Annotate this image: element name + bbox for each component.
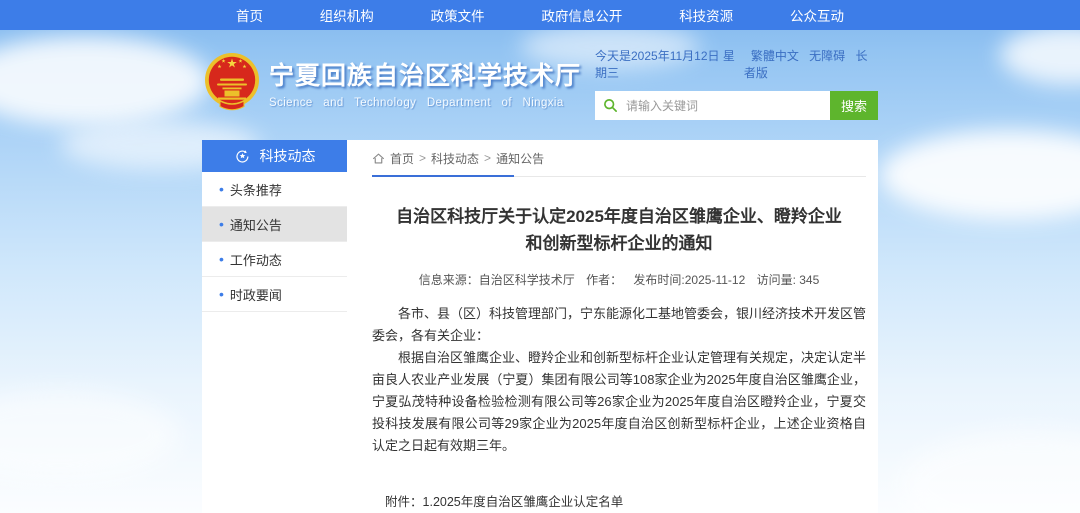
meta-source: 信息来源：自治区科学技术厅 bbox=[419, 273, 575, 287]
home-icon bbox=[372, 152, 385, 165]
national-emblem-logo bbox=[202, 51, 262, 113]
cloud-decoration bbox=[0, 36, 210, 126]
site-brand-text: 宁夏回族自治区科学技术厅 Science and Technology Depa… bbox=[269, 56, 581, 109]
sidebar-item-label: 头条推荐 bbox=[230, 180, 282, 199]
breadcrumb-active-underline bbox=[372, 175, 514, 177]
link-accessibility[interactable]: 无障碍 bbox=[809, 49, 845, 63]
site-brand[interactable]: 宁夏回族自治区科学技术厅 Science and Technology Depa… bbox=[202, 51, 581, 113]
current-date: 今天是2025年11月12日 星期三 bbox=[595, 47, 744, 81]
bullet-icon: • bbox=[219, 217, 224, 231]
breadcrumb-home[interactable]: 首页 bbox=[390, 150, 414, 167]
sidebar-item-label: 通知公告 bbox=[230, 215, 282, 234]
page: 首页 组织机构 政策文件 政府信息公开 科技资源 公众互动 bbox=[0, 0, 1080, 513]
cloud-decoration bbox=[0, 390, 180, 480]
article-title-line-2: 和创新型标杆企业的通知 bbox=[372, 230, 866, 257]
cloud-decoration bbox=[900, 430, 1080, 513]
bullet-icon: • bbox=[219, 182, 224, 196]
attachments-label: 附件： bbox=[385, 493, 423, 513]
attachment-link-1[interactable]: 1.2025年度自治区雏鹰企业认定名单 bbox=[423, 493, 661, 512]
header-utilities: 今天是2025年11月12日 星期三 繁體中文 无障碍 长者版 搜索 bbox=[595, 47, 878, 120]
tech-news-icon bbox=[234, 148, 251, 165]
meta-views: 访问量: 345 bbox=[757, 273, 820, 287]
breadcrumb-current[interactable]: 通知公告 bbox=[496, 150, 544, 167]
breadcrumb-separator: > bbox=[419, 151, 426, 165]
link-traditional-chinese[interactable]: 繁體中文 bbox=[751, 49, 799, 63]
breadcrumb-separator: > bbox=[484, 151, 491, 165]
search-bar: 搜索 bbox=[595, 91, 878, 120]
bullet-icon: • bbox=[219, 287, 224, 301]
quick-links: 繁體中文 无障碍 长者版 bbox=[744, 47, 878, 81]
article-title-line-1: 自治区科技厅关于认定2025年度自治区雏鹰企业、瞪羚企业 bbox=[372, 203, 866, 230]
main-content: 首页 > 科技动态 > 通知公告 自治区科技厅关于认定2025年度自治区雏鹰企业… bbox=[360, 140, 878, 513]
article-paragraph-2: 根据自治区雏鹰企业、瞪羚企业和创新型标杆企业认定管理有关规定，决定认定半亩良人农… bbox=[372, 347, 866, 457]
attachments-block: 附件： 1.2025年度自治区雏鹰企业认定名单 2.2025年度自治区瞪羚企业认… bbox=[385, 493, 866, 513]
sidebar-item-work-updates[interactable]: • 工作动态 bbox=[202, 242, 347, 277]
article-paragraph-1: 各市、县（区）科技管理部门，宁东能源化工基地管委会，银川经济技术开发区管委会，各… bbox=[372, 303, 866, 347]
nav-item-tech-resources[interactable]: 科技资源 bbox=[679, 5, 733, 25]
nav-item-public-interaction[interactable]: 公众互动 bbox=[790, 5, 844, 25]
cloud-decoration bbox=[1000, 25, 1080, 85]
site-subtitle: Science and Technology Department of Nin… bbox=[269, 97, 581, 109]
nav-item-home[interactable]: 首页 bbox=[236, 5, 263, 25]
site-header: 宁夏回族自治区科学技术厅 Science and Technology Depa… bbox=[202, 30, 878, 140]
sidebar-item-label: 时政要闻 bbox=[230, 285, 282, 304]
breadcrumb-category[interactable]: 科技动态 bbox=[431, 150, 479, 167]
nav-item-policy-documents[interactable]: 政策文件 bbox=[431, 5, 485, 25]
search-input-wrap bbox=[595, 91, 830, 120]
sidebar-item-political-news[interactable]: • 时政要闻 bbox=[202, 277, 347, 312]
meta-publish-time: 发布时间:2025-11-12 bbox=[633, 273, 745, 287]
top-navigation-bar: 首页 组织机构 政策文件 政府信息公开 科技资源 公众互动 bbox=[0, 0, 1080, 30]
content-wrapper: 科技动态 • 头条推荐 • 通知公告 • 工作动态 • 时政要闻 bbox=[202, 140, 878, 513]
sidebar-item-notices[interactable]: • 通知公告 bbox=[202, 207, 347, 242]
sidebar-item-label: 工作动态 bbox=[230, 250, 282, 269]
sidebar-header: 科技动态 bbox=[202, 140, 347, 172]
meta-author: 作者： bbox=[586, 273, 622, 287]
attachments-list: 1.2025年度自治区雏鹰企业认定名单 2.2025年度自治区瞪羚企业认定名单 … bbox=[423, 493, 661, 513]
breadcrumb: 首页 > 科技动态 > 通知公告 bbox=[372, 140, 866, 177]
sidebar-title: 科技动态 bbox=[260, 146, 316, 166]
nav-item-gov-info-disclosure[interactable]: 政府信息公开 bbox=[541, 5, 622, 25]
nav-item-organization[interactable]: 组织机构 bbox=[320, 5, 374, 25]
sidebar: 科技动态 • 头条推荐 • 通知公告 • 工作动态 • 时政要闻 bbox=[202, 140, 347, 513]
article-title: 自治区科技厅关于认定2025年度自治区雏鹰企业、瞪羚企业 和创新型标杆企业的通知 bbox=[372, 203, 866, 257]
article-body: 各市、县（区）科技管理部门，宁东能源化工基地管委会，银川经济技术开发区管委会，各… bbox=[372, 303, 866, 457]
top-navigation-inner: 首页 组织机构 政策文件 政府信息公开 科技资源 公众互动 bbox=[202, 0, 878, 30]
search-icon bbox=[603, 98, 618, 113]
site-title: 宁夏回族自治区科学技术厅 bbox=[269, 56, 581, 92]
bullet-icon: • bbox=[219, 252, 224, 266]
search-input[interactable] bbox=[624, 98, 830, 114]
search-button[interactable]: 搜索 bbox=[830, 91, 878, 120]
sidebar-item-headlines[interactable]: • 头条推荐 bbox=[202, 172, 347, 207]
article-meta: 信息来源：自治区科学技术厅 作者： 发布时间:2025-11-12 访问量: 3… bbox=[372, 271, 866, 288]
date-row: 今天是2025年11月12日 星期三 繁體中文 无障碍 长者版 bbox=[595, 47, 878, 81]
cloud-decoration bbox=[880, 130, 1080, 220]
